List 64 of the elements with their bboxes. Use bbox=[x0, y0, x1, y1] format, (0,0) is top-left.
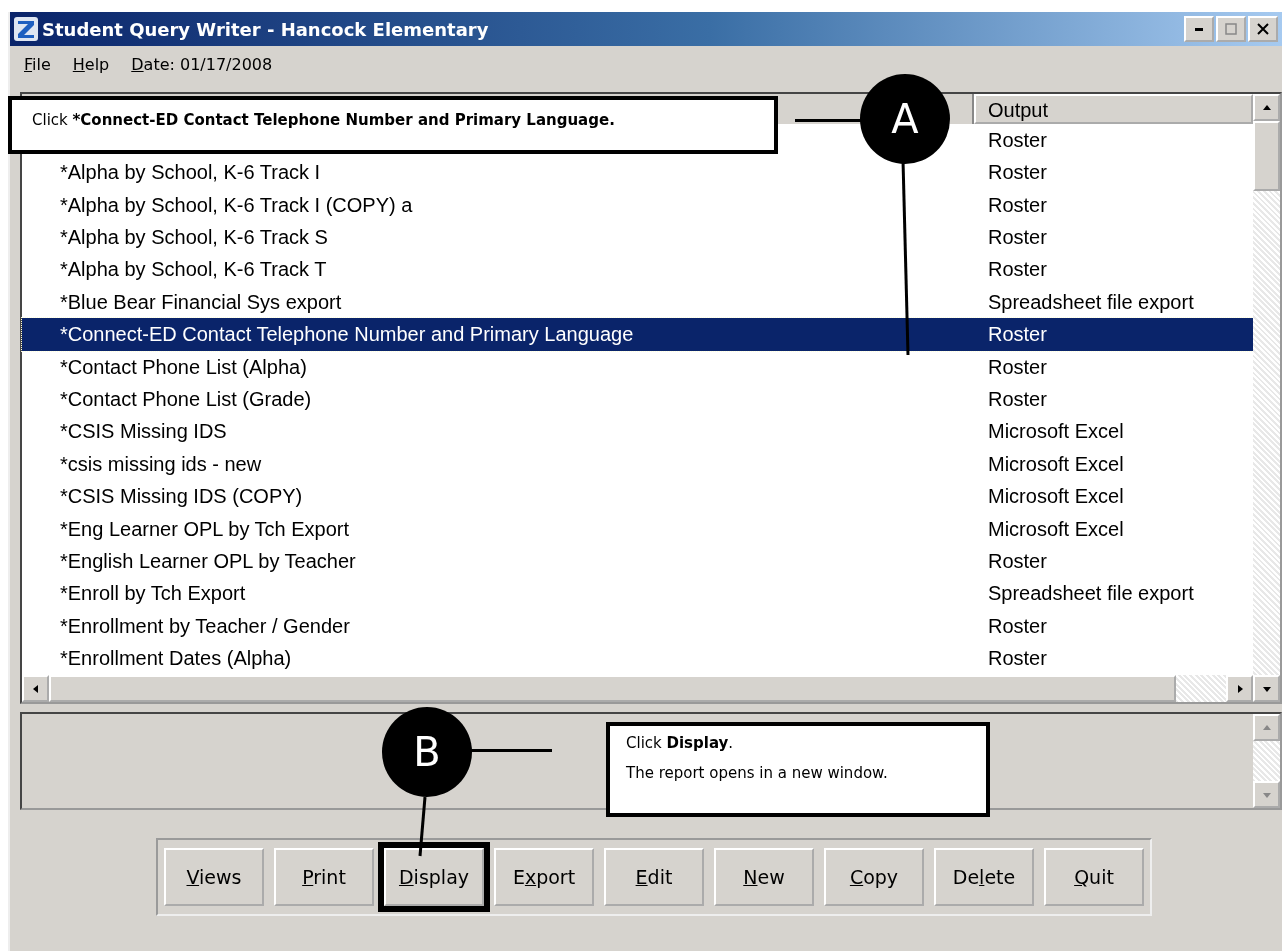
query-name[interactable]: *csis missing ids - new bbox=[60, 452, 262, 475]
action-button[interactable]: Quit bbox=[1044, 848, 1144, 906]
output-type: Microsoft Excel bbox=[988, 452, 1124, 476]
scroll-up-button[interactable] bbox=[1253, 94, 1280, 121]
query-name[interactable]: *Contact Phone List (Alpha) bbox=[60, 355, 307, 378]
action-button[interactable]: Export bbox=[494, 848, 594, 906]
minimize-icon bbox=[1195, 27, 1203, 31]
output-type: Microsoft Excel bbox=[988, 517, 1124, 541]
query-name[interactable]: *Blue Bear Financial Sys export bbox=[60, 290, 342, 313]
output-type: Roster bbox=[988, 128, 1047, 152]
query-name[interactable]: *Contact Phone List (Grade) bbox=[60, 387, 312, 410]
output-type: Spreadsheet file export bbox=[988, 290, 1194, 314]
action-button[interactable]: Print bbox=[274, 848, 374, 906]
query-name[interactable]: *Enrollment Dates (Alpha) bbox=[60, 647, 292, 670]
query-name[interactable]: *CSIS Missing IDS (COPY) bbox=[60, 485, 303, 508]
query-name[interactable]: *Alpha by School, K-6 Track T bbox=[60, 258, 327, 281]
query-name[interactable]: *Alpha by School, K-6 Track I bbox=[60, 161, 321, 184]
query-name[interactable]: *CSIS Missing IDS bbox=[60, 420, 227, 443]
output-type: Roster bbox=[988, 550, 1047, 573]
query-name[interactable]: *Eng Learner OPL by Tch Export bbox=[60, 517, 350, 540]
callout-text: The report opens in a new window. bbox=[626, 764, 889, 782]
action-button[interactable]: Display bbox=[384, 848, 484, 906]
output-type: Roster bbox=[988, 387, 1047, 411]
output-type: Spreadsheet file export bbox=[988, 582, 1194, 606]
query-name[interactable]: *Alpha by School, K-6 Track I (COPY) a bbox=[60, 193, 413, 216]
output-type: Roster bbox=[988, 161, 1047, 185]
scroll-down-button[interactable] bbox=[1253, 675, 1280, 702]
action-button[interactable]: Views bbox=[164, 848, 264, 906]
selected-row[interactable]: *Connect-ED Contact Telephone Number and Primary Language Roster bbox=[22, 318, 1253, 351]
output-type: Roster bbox=[988, 614, 1047, 638]
action-button[interactable]: Delete bbox=[934, 848, 1034, 906]
output-type: Roster bbox=[988, 193, 1047, 217]
query-name[interactable]: *Alpha by School, K-6 Track S bbox=[60, 225, 328, 248]
callout-text: Click Display. bbox=[626, 734, 735, 752]
output-type: Roster bbox=[988, 225, 1047, 249]
maximize-icon bbox=[1224, 22, 1238, 36]
callout-text: Click *Connect-ED Contact Telephone Number and Primary Language. bbox=[32, 111, 616, 129]
action-button[interactable]: Edit bbox=[604, 848, 704, 906]
vertical-scrollbar[interactable] bbox=[1253, 94, 1280, 702]
action-button[interactable]: Copy bbox=[824, 848, 924, 906]
leader-line bbox=[795, 119, 861, 122]
menu-item[interactable]: File bbox=[24, 54, 51, 74]
action-button[interactable]: New bbox=[714, 848, 814, 906]
output-type: Roster bbox=[988, 647, 1047, 671]
menu-item[interactable]: Date: 01/17/2008 bbox=[131, 54, 273, 74]
output-type: Microsoft Excel bbox=[988, 420, 1124, 444]
menu-item[interactable]: Help bbox=[72, 54, 110, 74]
minimize-button[interactable] bbox=[1184, 16, 1214, 42]
z-logo-icon bbox=[14, 17, 38, 41]
column-header[interactable]: Output bbox=[974, 94, 1253, 124]
query-name[interactable]: *Connect-ED Contact Telephone Number and Primary Language bbox=[60, 323, 634, 346]
scroll-thumb[interactable] bbox=[1253, 121, 1280, 191]
output-type: Microsoft Excel bbox=[988, 485, 1124, 509]
output-type: Roster bbox=[988, 258, 1047, 282]
query-name[interactable]: *Enrollment by Teacher / Gender bbox=[60, 614, 350, 637]
window-title: Student Query Writer - Hancock Elementary bbox=[42, 18, 490, 40]
query-name[interactable]: *Enroll by Tch Export bbox=[60, 582, 246, 605]
query-name[interactable]: *English Learner OPL by Teacher bbox=[60, 550, 356, 572]
close-icon bbox=[1256, 22, 1270, 36]
close-button[interactable] bbox=[1248, 16, 1278, 42]
scroll-right-button[interactable] bbox=[1226, 675, 1253, 702]
output-type: Roster bbox=[988, 323, 1047, 347]
output-type: Roster bbox=[988, 355, 1047, 379]
scroll-left-button[interactable] bbox=[22, 675, 49, 702]
